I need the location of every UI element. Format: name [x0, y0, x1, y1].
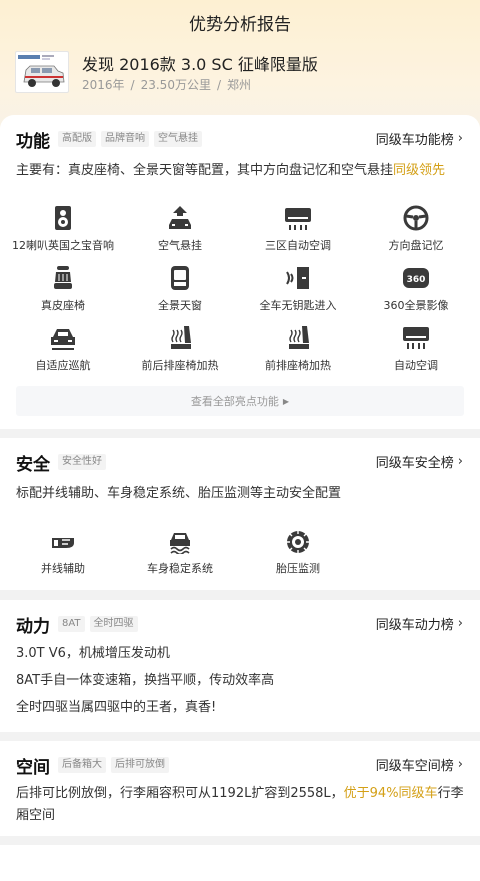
- feature-item[interactable]: 12喇叭英国之宝音响: [3, 205, 123, 253]
- steering-wheel-icon: [403, 205, 429, 231]
- safety-title: 安全: [16, 454, 50, 475]
- features-header: 功能 高配版 品牌音响 空气悬挂: [16, 127, 207, 152]
- safety-header: 安全 安全性好: [16, 450, 111, 475]
- safety-item[interactable]: 胎压监测: [238, 530, 358, 576]
- car-city: 郑州: [227, 78, 252, 92]
- next-card-stub: [0, 845, 480, 881]
- keyless-entry-icon: [286, 267, 309, 289]
- car-year: 2016年: [82, 78, 125, 92]
- sunroof-icon: [171, 266, 189, 290]
- air-suspension-icon: [169, 206, 191, 229]
- car-name: 发现 2016款 3.0 SC 征峰限量版: [82, 55, 318, 74]
- power-card: 动力 8AT 全时四驱 同级车动力榜 › 3.0T V6，机械增压发动机 8AT手…: [0, 600, 480, 732]
- feature-item[interactable]: 360 360全景影像: [356, 265, 476, 313]
- power-line: 3.0T V6，机械增压发动机: [16, 646, 170, 661]
- triangle-right-icon: ▶: [282, 396, 290, 406]
- see-all-features-button[interactable]: 查看全部亮点功能 ▶: [16, 386, 464, 416]
- page-title: 优势分析报告: [189, 15, 291, 35]
- space-title: 空间: [16, 757, 50, 778]
- feature-item[interactable]: 前排座椅加热: [238, 325, 358, 373]
- car-meta: 2016年/23.50万公里 / 郑州: [82, 78, 252, 92]
- tire-pressure-icon: [287, 531, 309, 553]
- space-header: 空间 后备箱大 后排可放倒: [16, 753, 174, 778]
- leather-seat-icon: [54, 266, 72, 289]
- safety-card: 安全 安全性好 同级车安全榜 › 标配并线辅助、车身稳定系统、胎压监测等主动安全配…: [0, 438, 480, 590]
- camera-360-icon: 360: [403, 268, 429, 288]
- air-conditioner-icon: [285, 208, 311, 230]
- safety-item[interactable]: 并线辅助: [3, 530, 123, 576]
- feature-item[interactable]: 前后排座椅加热: [120, 325, 240, 373]
- features-tag: 高配版: [58, 131, 96, 147]
- features-title: 功能: [16, 131, 50, 152]
- features-rank-link[interactable]: 同级车功能榜 ›: [376, 129, 463, 148]
- svg-text:360: 360: [407, 275, 426, 285]
- feature-item[interactable]: 自适应巡航: [3, 325, 123, 373]
- space-tag: 后备箱大: [58, 757, 106, 773]
- chevron-right-icon: ›: [457, 131, 463, 146]
- safety-rank-link[interactable]: 同级车安全榜 ›: [376, 452, 463, 471]
- power-header: 动力 8AT 全时四驱: [16, 612, 143, 637]
- lane-assist-icon: [52, 538, 74, 548]
- stability-control-icon: [170, 533, 190, 554]
- feature-item[interactable]: 全景天窗: [120, 265, 240, 313]
- features-tag: 品牌音响: [101, 131, 149, 147]
- feature-item[interactable]: 真皮座椅: [3, 265, 123, 313]
- space-card: 空间 后备箱大 后排可放倒 同级车空间榜 › 后排可比例放倒，行李厢容积可从119…: [0, 741, 480, 836]
- power-line: 全时四驱当属四驱中的王者，真香!: [16, 700, 217, 715]
- adaptive-cruise-icon: [51, 329, 75, 350]
- power-rank-link[interactable]: 同级车动力榜 ›: [376, 614, 463, 633]
- power-title: 动力: [16, 616, 50, 637]
- feature-item[interactable]: 方向盘记忆: [356, 205, 476, 253]
- feature-item[interactable]: 空气悬挂: [120, 205, 240, 253]
- space-highlight: 优于94%同级车: [343, 786, 438, 801]
- auto-ac-icon: [403, 327, 429, 349]
- space-description: 后排可比例放倒，行李厢容积可从1192L扩容到2558L，优于94%同级车行李厢…: [16, 786, 464, 823]
- space-tag: 后排可放倒: [111, 757, 169, 773]
- car-thumbnail[interactable]: [15, 51, 69, 93]
- feature-item[interactable]: 三区自动空调: [238, 205, 358, 253]
- power-tag: 8AT: [58, 616, 85, 632]
- chevron-right-icon: ›: [457, 616, 463, 631]
- features-tag: 空气悬挂: [154, 131, 202, 147]
- safety-description: 标配并线辅助、车身稳定系统、胎压监测等主动安全配置: [16, 486, 342, 501]
- car-mileage: 23.50万公里: [140, 78, 211, 92]
- feature-item[interactable]: 自动空调: [356, 325, 476, 373]
- power-line: 8AT手自一体变速箱，换挡平顺，传动效率高: [16, 673, 275, 688]
- features-description: 主要有：真皮座椅、全景天窗等配置，其中方向盘记忆和空气悬挂同级领先: [16, 163, 446, 178]
- chevron-right-icon: ›: [457, 454, 463, 469]
- front-seat-heating-icon: [289, 326, 309, 349]
- speaker-icon: [55, 206, 71, 230]
- features-highlight: 同级领先: [393, 163, 446, 178]
- space-rank-link[interactable]: 同级车空间榜 ›: [376, 755, 463, 774]
- safety-tag: 安全性好: [58, 454, 106, 470]
- power-details: 3.0T V6，机械增压发动机 8AT手自一体变速箱，换挡平顺，传动效率高 全时…: [16, 645, 274, 726]
- feature-item[interactable]: 全车无钥匙进入: [238, 265, 358, 313]
- safety-item[interactable]: 车身稳定系统: [120, 530, 240, 576]
- power-tag: 全时四驱: [89, 616, 138, 632]
- chevron-right-icon: ›: [457, 757, 463, 772]
- features-card: 功能 高配版 品牌音响 空气悬挂 同级车功能榜 › 主要有：真皮座椅、全景天窗等配…: [0, 115, 480, 429]
- seat-heating-icon: [171, 326, 191, 349]
